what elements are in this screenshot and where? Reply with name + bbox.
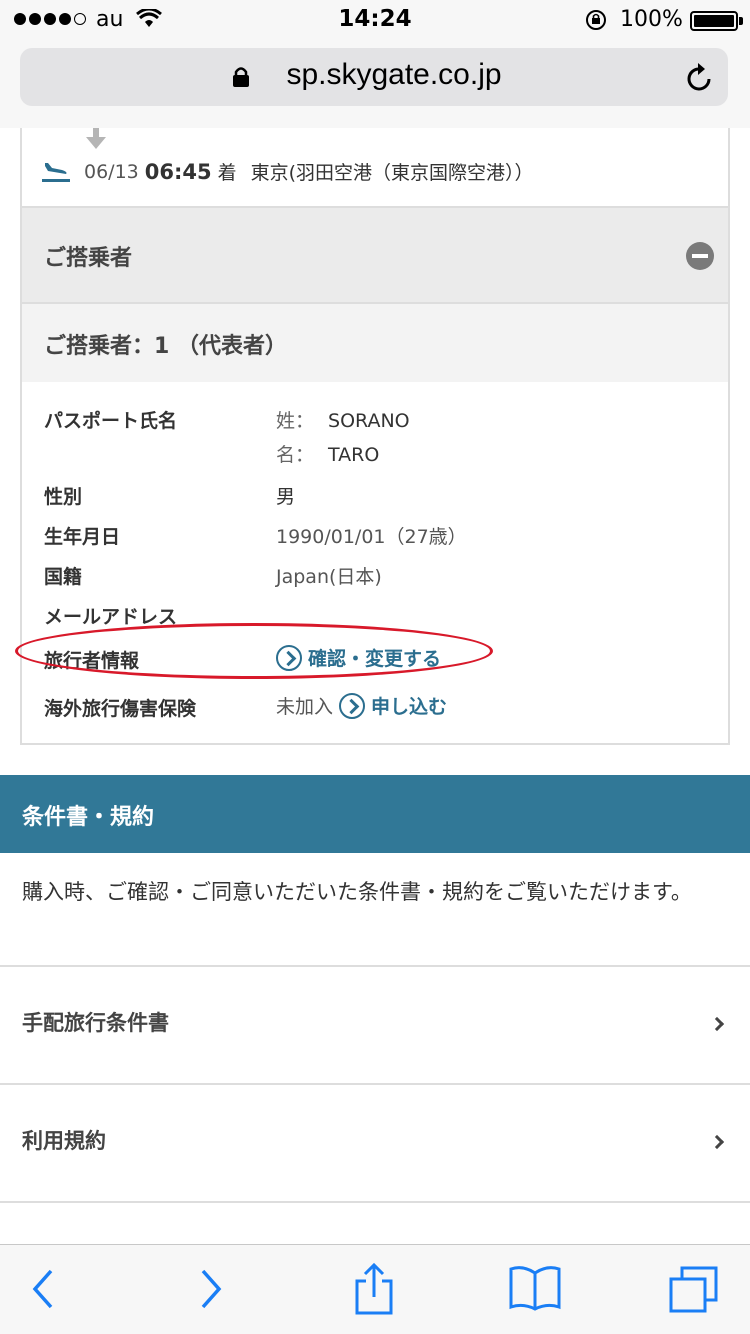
battery-percent: 100%: [620, 7, 683, 32]
given-name-value: 名： TARO: [276, 440, 379, 467]
insurance-apply-link[interactable]: 申し込む: [371, 696, 447, 718]
arrival-status: 着: [217, 162, 237, 184]
gender-value: 男: [276, 486, 296, 508]
browser-address-area: sp.skygate.co.jp: [0, 40, 750, 128]
divider: [0, 1201, 750, 1203]
list-item-label: 手配旅行条件書: [22, 1011, 169, 1035]
insurance-status: 未加入: [276, 696, 334, 718]
nationality-label: 国籍: [44, 566, 83, 588]
chevron-right-icon: [709, 1016, 725, 1032]
minus-circle-icon[interactable]: [686, 242, 714, 270]
arrival-airport: 東京(羽田空港（東京国際空港））: [250, 162, 534, 184]
surname-key: 姓：: [276, 410, 315, 432]
terms-description: 購入時、ご確認・ご同意いただいた条件書・規約をご覧いただけます。: [22, 880, 692, 904]
tabs-icon[interactable]: [668, 1265, 720, 1315]
chevron-circle-icon: [339, 692, 366, 719]
reload-icon[interactable]: [686, 62, 714, 92]
browser-toolbar: [0, 1244, 750, 1334]
chevron-right-icon: [709, 1134, 725, 1150]
passengers-section-title: ご搭乗者: [44, 246, 133, 271]
arrival-plane-icon: [42, 162, 70, 182]
forward-icon[interactable]: [198, 1267, 224, 1311]
arrival-time: 06:45: [144, 159, 212, 184]
page-content: 06/13 06:45 着 東京(羽田空港（東京国際空港）） ご搭乗者 ご搭乗者…: [0, 128, 750, 1244]
orientation-lock-icon: [586, 10, 606, 30]
given-name-key: 名：: [276, 444, 315, 466]
list-item-travel-conditions[interactable]: 手配旅行条件書: [0, 967, 750, 1083]
address-bar[interactable]: sp.skygate.co.jp: [20, 48, 728, 106]
insurance-value: 未加入 申し込む: [276, 692, 447, 721]
arrival-row: 06/13 06:45 着 東京(羽田空港（東京国際空港））: [42, 158, 534, 185]
birthday-label: 生年月日: [44, 526, 121, 548]
nationality-value: Japan(日本): [276, 566, 382, 588]
gender-label: 性別: [44, 486, 83, 508]
bookmarks-icon[interactable]: [508, 1265, 562, 1311]
passenger-details: ご搭乗者：1 （代表者） パスポート氏名 姓： SORANO 名： TARO 性別 …: [20, 304, 730, 745]
share-icon[interactable]: [352, 1261, 396, 1317]
list-item-label: 利用規約: [22, 1129, 106, 1153]
battery-icon: [690, 11, 738, 31]
battery-tip: [739, 17, 743, 25]
passengers-section-header[interactable]: ご搭乗者: [20, 206, 730, 304]
url-text: sp.skygate.co.jp: [286, 58, 502, 91]
terms-section-header: 条件書・規約: [0, 775, 750, 853]
passport-name-label: パスポート氏名: [44, 410, 178, 432]
highlight-annotation: [15, 623, 493, 679]
flight-arrival-box: 06/13 06:45 着 東京(羽田空港（東京国際空港））: [20, 128, 730, 206]
passenger-title: ご搭乗者：1 （代表者）: [44, 334, 287, 359]
insurance-label: 海外旅行傷害保険: [44, 698, 197, 720]
surname-value: 姓： SORANO: [276, 406, 410, 433]
list-item-terms-of-use[interactable]: 利用規約: [0, 1085, 750, 1201]
birthday-value: 1990/01/01（27歳）: [276, 526, 467, 548]
status-bar: au 14:24 100%: [0, 0, 750, 40]
passenger-subheader: ご搭乗者：1 （代表者）: [22, 304, 728, 382]
given-name: TARO: [328, 444, 380, 466]
down-arrow-icon: [86, 128, 106, 149]
battery-fill: [694, 15, 734, 27]
arrival-date: 06/13: [84, 160, 139, 183]
terms-section-title: 条件書・規約: [22, 805, 155, 830]
surname: SORANO: [328, 410, 410, 432]
back-icon[interactable]: [30, 1267, 56, 1311]
